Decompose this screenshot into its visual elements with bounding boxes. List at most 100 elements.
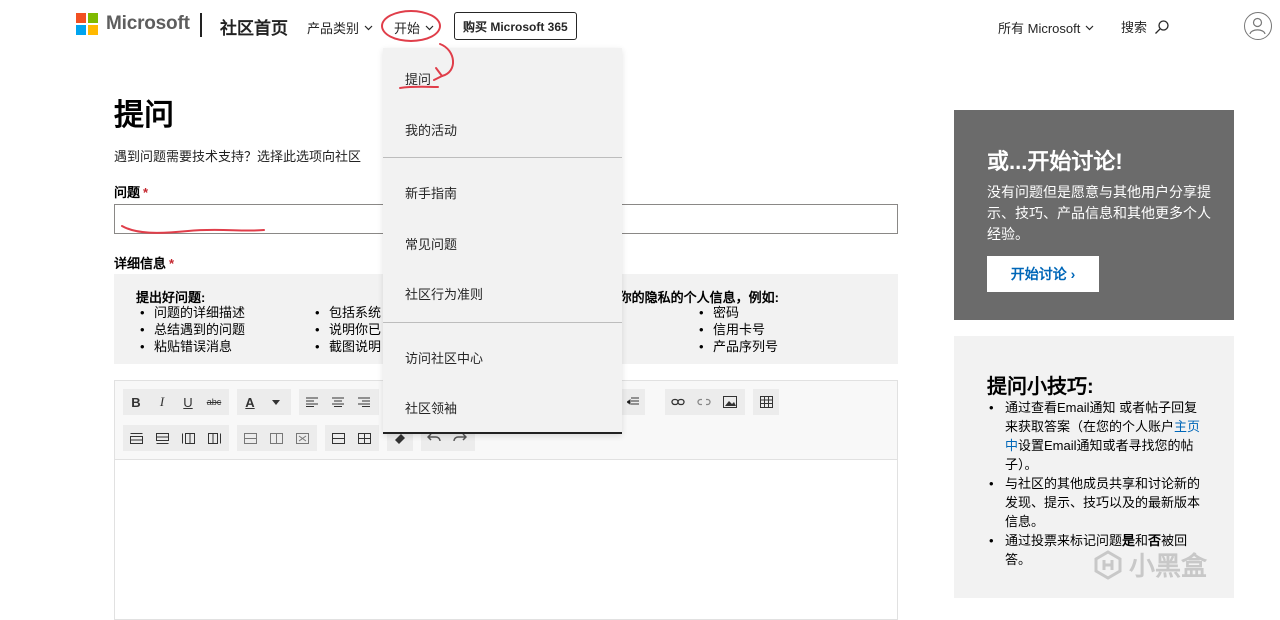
italic-button[interactable]: I bbox=[151, 391, 173, 413]
discussion-description: 没有问题但是愿意与其他用户分享提示、技巧、产品信息和其他更多个人经验。 bbox=[987, 184, 1211, 242]
row-insert-above-button[interactable] bbox=[125, 427, 147, 449]
menu-item-beginner-guide[interactable]: 新手指南 bbox=[405, 183, 457, 202]
underline-button[interactable]: U bbox=[177, 391, 199, 413]
align-center-button[interactable] bbox=[327, 391, 349, 413]
outdent-group bbox=[621, 389, 645, 415]
question-label-text: 问题 bbox=[114, 185, 141, 200]
align-left-button[interactable] bbox=[301, 391, 323, 413]
tips-list: 通过查看Email通知 或者帖子回复来获取答案（在您的个人账户主页中设置Emai… bbox=[987, 398, 1202, 569]
list-item: 说明你已 bbox=[315, 321, 381, 338]
privacy-list: 密码 信用卡号 产品序列号 bbox=[699, 304, 778, 355]
font-color-button[interactable]: A bbox=[239, 391, 261, 413]
insert-link-button[interactable] bbox=[667, 391, 689, 413]
start-discussion-card: 或...开始讨论! 没有问题但是愿意与其他用户分享提示、技巧、产品信息和其他更多… bbox=[954, 110, 1234, 320]
outdent-button[interactable] bbox=[623, 391, 643, 413]
caret-down-icon bbox=[272, 399, 280, 405]
insert-table-button[interactable] bbox=[755, 391, 777, 413]
format-group: B I U abc bbox=[123, 389, 229, 415]
menu-item-faq[interactable]: 常见问题 bbox=[405, 234, 457, 253]
delete-row-icon bbox=[243, 432, 257, 444]
row-insert-below-button[interactable] bbox=[151, 427, 173, 449]
table-icon bbox=[759, 396, 773, 408]
brand-text: Microsoft bbox=[106, 13, 190, 34]
chevron-down-icon bbox=[1085, 25, 1094, 30]
annotation-underline bbox=[121, 225, 265, 234]
watermark-text: 小黑盒 bbox=[1129, 551, 1208, 581]
header-divider bbox=[200, 13, 202, 37]
question-label: 问题 * bbox=[114, 182, 148, 201]
cell-group bbox=[325, 425, 379, 451]
annotation-circle bbox=[381, 10, 441, 42]
link-icon bbox=[671, 398, 685, 406]
col-left-icon bbox=[181, 432, 195, 444]
table-delete-group bbox=[237, 425, 317, 451]
strikethrough-button[interactable]: abc bbox=[203, 391, 225, 413]
align-center-icon bbox=[332, 397, 344, 407]
list-item: 粘贴错误消息 bbox=[140, 338, 245, 355]
bold-button[interactable]: B bbox=[125, 391, 147, 413]
menu-item-code-of-conduct[interactable]: 社区行为准则 bbox=[405, 284, 483, 303]
split-cells-icon bbox=[357, 432, 371, 444]
menu-item-community-leaders[interactable]: 社区领袖 bbox=[405, 398, 457, 417]
undo-icon bbox=[427, 433, 441, 442]
microsoft-logo[interactable]: Microsoft bbox=[76, 13, 190, 35]
details-label-text: 详细信息 bbox=[114, 256, 167, 271]
col-right-icon bbox=[207, 432, 221, 444]
menu-item-community-center[interactable]: 访问社区中心 bbox=[405, 348, 483, 367]
delete-table-button[interactable] bbox=[291, 427, 313, 449]
image-icon bbox=[723, 396, 737, 408]
delete-col-button[interactable] bbox=[265, 427, 287, 449]
list-item: 通过查看Email通知 或者帖子回复来获取答案（在您的个人账户主页中设置Emai… bbox=[987, 398, 1202, 474]
required-mark: * bbox=[169, 256, 175, 271]
search-button[interactable]: 搜索 bbox=[1121, 17, 1170, 36]
row-below-icon bbox=[155, 432, 169, 444]
align-right-icon bbox=[358, 397, 370, 407]
list-item: 问题的详细描述 bbox=[140, 304, 245, 321]
col-insert-right-button[interactable] bbox=[203, 427, 225, 449]
unlink-button[interactable] bbox=[693, 391, 715, 413]
buy-microsoft-365-button[interactable]: 购买 Microsoft 365 bbox=[454, 12, 577, 40]
editor-content-area[interactable] bbox=[115, 460, 897, 620]
menu-divider bbox=[383, 322, 622, 323]
merge-cells-button[interactable] bbox=[327, 427, 349, 449]
search-label: 搜索 bbox=[1121, 20, 1148, 35]
watermark-logo-icon bbox=[1094, 549, 1122, 580]
insert-group bbox=[665, 389, 745, 415]
delete-col-icon bbox=[269, 432, 283, 444]
account-avatar[interactable] bbox=[1244, 12, 1272, 40]
list-item: 总结遇到的问题 bbox=[140, 321, 245, 338]
start-discussion-button[interactable]: 开始讨论 › bbox=[987, 256, 1099, 292]
watermark: 小黑盒 bbox=[1093, 546, 1207, 583]
col-insert-left-button[interactable] bbox=[177, 427, 199, 449]
redo-icon bbox=[453, 433, 467, 442]
all-microsoft-label: 所有 Microsoft bbox=[998, 21, 1081, 36]
align-right-button[interactable] bbox=[353, 391, 375, 413]
good-question-list: 问题的详细描述 总结遇到的问题 粘贴错误消息 bbox=[140, 304, 245, 355]
list-item: 信用卡号 bbox=[699, 321, 778, 338]
menu-divider bbox=[383, 157, 622, 158]
site-header: Microsoft 社区首页 产品类别 开始 购买 Microsoft 365 … bbox=[0, 0, 1280, 52]
page-title: 提问 bbox=[114, 99, 174, 132]
row-above-icon bbox=[129, 432, 143, 444]
font-color-dropdown[interactable] bbox=[265, 391, 287, 413]
align-group bbox=[299, 389, 379, 415]
split-cells-button[interactable] bbox=[353, 427, 375, 449]
product-categories-menu[interactable]: 产品类别 bbox=[307, 18, 373, 37]
menu-item-my-activity[interactable]: 我的活动 bbox=[405, 120, 457, 139]
list-item: 截图说明 bbox=[315, 338, 381, 355]
insert-image-button[interactable] bbox=[719, 391, 741, 413]
community-home-link[interactable]: 社区首页 bbox=[220, 14, 288, 39]
table-row-group bbox=[123, 425, 229, 451]
unlink-icon bbox=[697, 398, 711, 406]
start-dropdown-menu: 提问 我的活动 新手指南 常见问题 社区行为准则 访问社区中心 社区领袖 bbox=[383, 48, 622, 434]
font-color-group: A bbox=[237, 389, 291, 415]
merge-cells-icon bbox=[331, 432, 345, 444]
annotation-arrow bbox=[399, 43, 454, 89]
product-categories-label: 产品类别 bbox=[307, 21, 360, 36]
list-item: 与社区的其他成员共享和讨论新的发现、提示、技巧以及的最新版本信息。 bbox=[987, 474, 1202, 531]
outdent-icon bbox=[627, 397, 639, 405]
search-icon bbox=[1155, 19, 1169, 34]
delete-row-button[interactable] bbox=[239, 427, 261, 449]
page-description: 遇到问题需要技术支持？选择此选项向社区 bbox=[114, 149, 362, 164]
all-microsoft-menu[interactable]: 所有 Microsoft bbox=[998, 18, 1094, 37]
